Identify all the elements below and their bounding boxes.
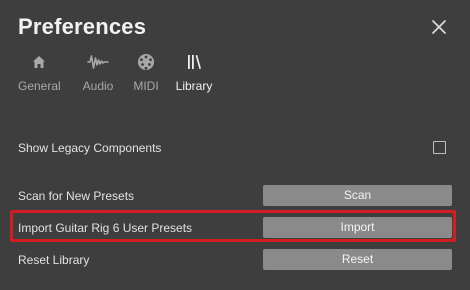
show-legacy-components-label: Show Legacy Components [18,141,162,155]
reset-button[interactable]: Reset [263,249,452,270]
tab-audio[interactable]: Audio [80,52,116,96]
tab-audio-label: Audio [82,79,114,93]
tab-library-label: Library [175,79,213,93]
preferences-dialog: Preferences General Audio MIDI Library S… [0,0,470,290]
close-icon [432,20,446,34]
tab-general-label: General [18,79,61,93]
tab-midi-label: MIDI [133,79,159,93]
tab-general[interactable]: General [18,52,61,96]
close-button[interactable] [429,17,449,37]
dialog-title: Preferences [18,14,147,39]
scan-presets-label: Scan for New Presets [18,189,135,203]
reset-library-label: Reset Library [18,253,90,267]
midi-connector-icon [138,54,154,70]
show-legacy-components-checkbox[interactable] [433,141,446,154]
scan-button[interactable]: Scan [263,185,452,206]
home-icon [33,56,45,68]
import-button[interactable]: Import [263,217,452,238]
import-presets-label: Import Guitar Rig 6 User Presets [18,221,193,235]
library-icon [188,55,201,69]
tab-midi[interactable]: MIDI [130,52,162,96]
tab-library[interactable]: Library [174,52,214,96]
waveform-icon [87,55,109,69]
